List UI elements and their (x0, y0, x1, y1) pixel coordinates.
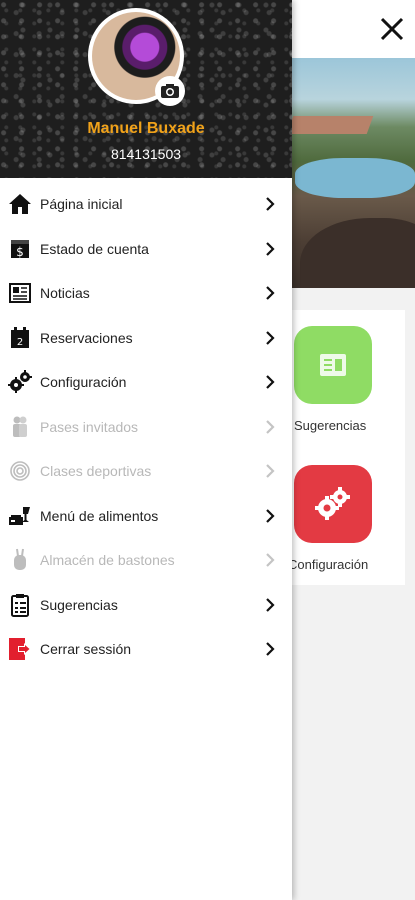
suggestions-icon (320, 354, 346, 376)
menu-item-logout[interactable]: Cerrar sessión (0, 627, 292, 672)
chevron-right-icon (266, 553, 275, 568)
chevron-right-icon (266, 330, 275, 345)
clipboard-icon (8, 593, 32, 617)
suggestions-tile-label: Sugerencias (294, 418, 367, 433)
svg-text:2: 2 (17, 337, 23, 348)
menu-item-label: Noticias (40, 285, 90, 302)
chevron-right-icon (266, 642, 275, 657)
menu-item-label: Menú de alimentos (40, 507, 159, 524)
menu-item-label: Estado de cuenta (40, 240, 149, 257)
newspaper-icon (8, 281, 32, 305)
user-name: Manuel Buxade (87, 120, 205, 137)
menu-item-golf-storage[interactable]: Almacén de bastones (0, 538, 292, 583)
menu-item-label: Reservaciones (40, 329, 133, 346)
menu-item-label: Página inicial (40, 196, 123, 213)
menu-item-reservations[interactable]: 2 Reservaciones (0, 316, 292, 361)
home-icon (8, 192, 32, 216)
gears-icon (8, 370, 32, 394)
chevron-right-icon (266, 464, 275, 479)
menu-item-suggestions[interactable]: Sugerencias (0, 583, 292, 628)
drawer-menu: Página inicial $ Estado de cuenta Notici… (0, 182, 292, 672)
configuration-tile-label: Configuración (288, 557, 369, 572)
change-photo-button[interactable] (155, 76, 185, 106)
chevron-right-icon (266, 241, 275, 256)
gears-icon (315, 487, 350, 520)
golf-bag-icon (8, 548, 32, 572)
member-number: 814131503 (110, 146, 182, 162)
logout-icon (8, 637, 32, 661)
menu-item-label: Pases invitados (40, 418, 139, 435)
menu-item-food-menu[interactable]: Menú de alimentos (0, 494, 292, 539)
fingerprint-icon (8, 459, 32, 483)
menu-item-label: Almacén de bastones (40, 552, 175, 569)
drawer-header: Manuel Buxade 814131503 (0, 0, 292, 178)
chevron-right-icon (266, 419, 275, 434)
chevron-right-icon (266, 508, 275, 523)
menu-item-home[interactable]: Página inicial (0, 182, 292, 227)
menu-item-account-statement[interactable]: $ Estado de cuenta (0, 227, 292, 272)
menu-item-label: Configuración (40, 374, 127, 391)
menu-item-sports-classes[interactable]: Clases deportivas (0, 449, 292, 494)
camera-icon (161, 84, 179, 98)
suggestions-tile[interactable] (294, 326, 372, 404)
chevron-right-icon (266, 597, 275, 612)
dollar-doc-icon: $ (8, 237, 32, 261)
calendar-icon: 2 (8, 326, 32, 350)
menu-item-label: Clases deportivas (40, 463, 152, 480)
navigation-drawer: Manuel Buxade 814131503 Página inicial $… (0, 0, 292, 900)
svg-text:$: $ (16, 245, 24, 259)
chevron-right-icon (266, 286, 275, 301)
menu-item-news[interactable]: Noticias (0, 271, 292, 316)
menu-item-label: Cerrar sessión (40, 641, 132, 658)
configuration-tile[interactable] (294, 465, 372, 543)
food-icon (8, 504, 32, 528)
menu-item-guest-passes[interactable]: Pases invitados (0, 405, 292, 450)
guests-icon (8, 415, 32, 439)
menu-item-label: Sugerencias (40, 596, 118, 613)
close-icon[interactable] (379, 16, 405, 42)
chevron-right-icon (266, 375, 275, 390)
chevron-right-icon (266, 197, 275, 212)
menu-item-settings[interactable]: Configuración (0, 360, 292, 405)
